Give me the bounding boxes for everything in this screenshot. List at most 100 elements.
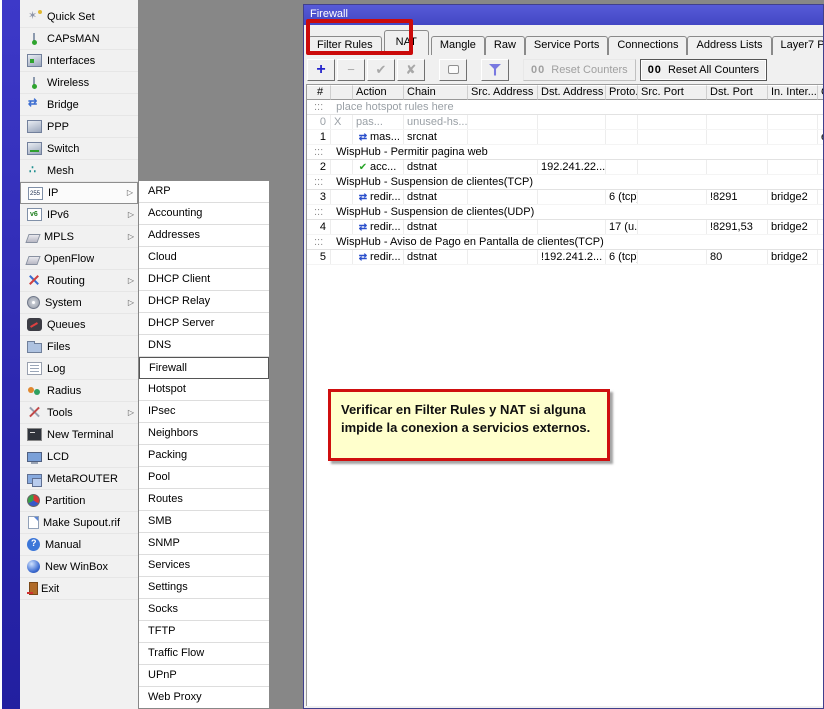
column-header-src-port[interactable]: Src. Port	[638, 85, 707, 100]
column-header-icon[interactable]	[331, 85, 353, 100]
column-header-chain[interactable]: Chain	[404, 85, 468, 100]
sidebar-item-routing[interactable]: Routing▷	[20, 270, 138, 292]
sidebar-item-queues[interactable]: Queues	[20, 314, 138, 336]
column-header-proto[interactable]: Proto...	[606, 85, 638, 100]
sidebar-item-wireless[interactable]: Wireless	[20, 72, 138, 94]
sidebar-item-new-terminal[interactable]: New Terminal	[20, 424, 138, 446]
submenu-item-snmp[interactable]: SNMP	[139, 533, 269, 555]
sidebar-item-switch[interactable]: Switch	[20, 138, 138, 160]
submenu-item-arp[interactable]: ARP	[139, 181, 269, 203]
sidebar-item-ppp[interactable]: PPP	[20, 116, 138, 138]
sidebar-item-partition[interactable]: Partition	[20, 490, 138, 512]
sidebar-item-make-supout-rif[interactable]: Make Supout.rif	[20, 512, 138, 534]
submenu-item-hotspot[interactable]: Hotspot	[139, 379, 269, 401]
column-header-action[interactable]: Action	[353, 85, 404, 100]
nat-rule-row[interactable]: 3⇄redir...dstnat6 (tcp)!8291bridge2	[307, 190, 824, 205]
column-header-icon[interactable]: #	[307, 85, 331, 100]
nat-rule-row[interactable]: 4⇄redir...dstnat17 (u...!8291,53bridge2	[307, 220, 824, 235]
tab-layer7-protocols[interactable]: Layer7 Protocols	[772, 36, 824, 55]
reset-counters-button[interactable]: 00 Reset Counters	[523, 59, 636, 81]
nat-comment-row[interactable]: :::WispHub - Suspension de clientes(UDP)	[307, 205, 824, 220]
submenu-item-accounting[interactable]: Accounting	[139, 203, 269, 225]
sidebar-item-mpls[interactable]: MPLS▷	[20, 226, 138, 248]
sidebar-item-capsman[interactable]: CAPsMAN	[20, 28, 138, 50]
submenu-item-dhcp-server[interactable]: DHCP Server	[139, 313, 269, 335]
submenu-item-addresses[interactable]: Addresses	[139, 225, 269, 247]
remove-rule-button[interactable]: −	[337, 59, 365, 81]
comment-button[interactable]	[439, 59, 467, 81]
tag-icon	[25, 256, 40, 265]
submenu-item-firewall[interactable]: Firewall	[139, 357, 269, 379]
enable-rule-button[interactable]: ✔	[367, 59, 395, 81]
tab-address-lists[interactable]: Address Lists	[687, 36, 771, 55]
submenu-item-settings[interactable]: Settings	[139, 577, 269, 599]
submenu-item-ipsec[interactable]: IPsec	[139, 401, 269, 423]
sidebar-item-files[interactable]: Files	[20, 336, 138, 358]
sidebar-item-manual[interactable]: Manual	[20, 534, 138, 556]
submenu-item-neighbors[interactable]: Neighbors	[139, 423, 269, 445]
rule-out-interface	[818, 160, 824, 174]
column-header-dst-address[interactable]: Dst. Address	[538, 85, 606, 100]
submenu-item-packing[interactable]: Packing	[139, 445, 269, 467]
sidebar-item-bridge[interactable]: Bridge	[20, 94, 138, 116]
submenu-item-services[interactable]: Services	[139, 555, 269, 577]
tab-connections[interactable]: Connections	[608, 36, 687, 55]
submenu-item-dhcp-client[interactable]: DHCP Client	[139, 269, 269, 291]
column-header-src-address[interactable]: Src. Address	[468, 85, 538, 100]
nat-rule-row[interactable]: 1⇄mas...srcnate	[307, 130, 824, 145]
door-icon	[29, 582, 38, 595]
sidebar-item-tools[interactable]: Tools▷	[20, 402, 138, 424]
submenu-item-tftp[interactable]: TFTP	[139, 621, 269, 643]
sidebar-item-interfaces[interactable]: Interfaces	[20, 50, 138, 72]
nat-comment-row[interactable]: :::WispHub - Suspension de clientes(TCP)	[307, 175, 824, 190]
rule-src-address	[468, 250, 538, 264]
sidebar-item-ip[interactable]: IP▷	[20, 182, 138, 204]
sidebar-item-lcd[interactable]: LCD	[20, 446, 138, 468]
disable-rule-button[interactable]: ✘	[397, 59, 425, 81]
column-header-o[interactable]: O...	[818, 85, 824, 100]
submenu-item-cloud[interactable]: Cloud	[139, 247, 269, 269]
add-rule-button[interactable]: +	[307, 59, 335, 81]
tabs-annotation-rectangle	[306, 19, 413, 55]
sidebar-item-label: Manual	[45, 539, 81, 551]
submenu-item-traffic-flow[interactable]: Traffic Flow	[139, 643, 269, 665]
submenu-item-dhcp-relay[interactable]: DHCP Relay	[139, 291, 269, 313]
sidebar-item-radius[interactable]: Radius	[20, 380, 138, 402]
nat-comment-row[interactable]: :::WispHub - Aviso de Pago en Pantalla d…	[307, 235, 824, 250]
comment-text: WispHub - Permitir pagina web	[336, 146, 488, 158]
sidebar-item-new-winbox[interactable]: New WinBox	[20, 556, 138, 578]
nat-comment-row[interactable]: :::WispHub - Permitir pagina web	[307, 145, 824, 160]
sidebar-item-mesh[interactable]: Mesh	[20, 160, 138, 182]
sidebar-item-ipv6[interactable]: IPv6▷	[20, 204, 138, 226]
filter-button[interactable]	[481, 59, 509, 81]
submenu-item-routes[interactable]: Routes	[139, 489, 269, 511]
column-header-in-inter[interactable]: In. Inter...	[768, 85, 818, 100]
sidebar-item-metarouter[interactable]: MetaROUTER	[20, 468, 138, 490]
nat-rule-row[interactable]: 2✔acc...dstnat192.241.22...	[307, 160, 824, 175]
reset-all-counters-button[interactable]: 00 Reset All Counters	[640, 59, 767, 81]
terminal-icon	[27, 428, 42, 441]
tag-icon	[25, 234, 40, 243]
column-header-dst-port[interactable]: Dst. Port	[707, 85, 768, 100]
nat-comment-row[interactable]: :::place hotspot rules here	[307, 100, 824, 115]
submenu-item-upnp[interactable]: UPnP	[139, 665, 269, 687]
submenu-item-web-proxy[interactable]: Web Proxy	[139, 687, 269, 709]
sidebar-item-label: System	[45, 297, 82, 309]
tab-mangle[interactable]: Mangle	[431, 36, 485, 55]
tab-raw[interactable]: Raw	[485, 36, 525, 55]
tab-service-ports[interactable]: Service Ports	[525, 36, 608, 55]
submenu-item-socks[interactable]: Socks	[139, 599, 269, 621]
sidebar-item-exit[interactable]: Exit	[20, 578, 138, 600]
sidebar-item-log[interactable]: Log	[20, 358, 138, 380]
gear-icon	[27, 296, 40, 309]
submenu-item-smb[interactable]: SMB	[139, 511, 269, 533]
sidebar-item-label: Interfaces	[47, 55, 95, 67]
nat-rule-row[interactable]: 5⇄redir...dstnat!192.241.2...6 (tcp)80br…	[307, 250, 824, 265]
sidebar-item-openflow[interactable]: OpenFlow	[20, 248, 138, 270]
rule-protocol	[606, 115, 638, 129]
submenu-item-pool[interactable]: Pool	[139, 467, 269, 489]
sidebar-item-quick-set[interactable]: Quick Set	[20, 6, 138, 28]
submenu-item-dns[interactable]: DNS	[139, 335, 269, 357]
nat-rule-row[interactable]: 0Xpas...unused-hs...	[307, 115, 824, 130]
sidebar-item-system[interactable]: System▷	[20, 292, 138, 314]
